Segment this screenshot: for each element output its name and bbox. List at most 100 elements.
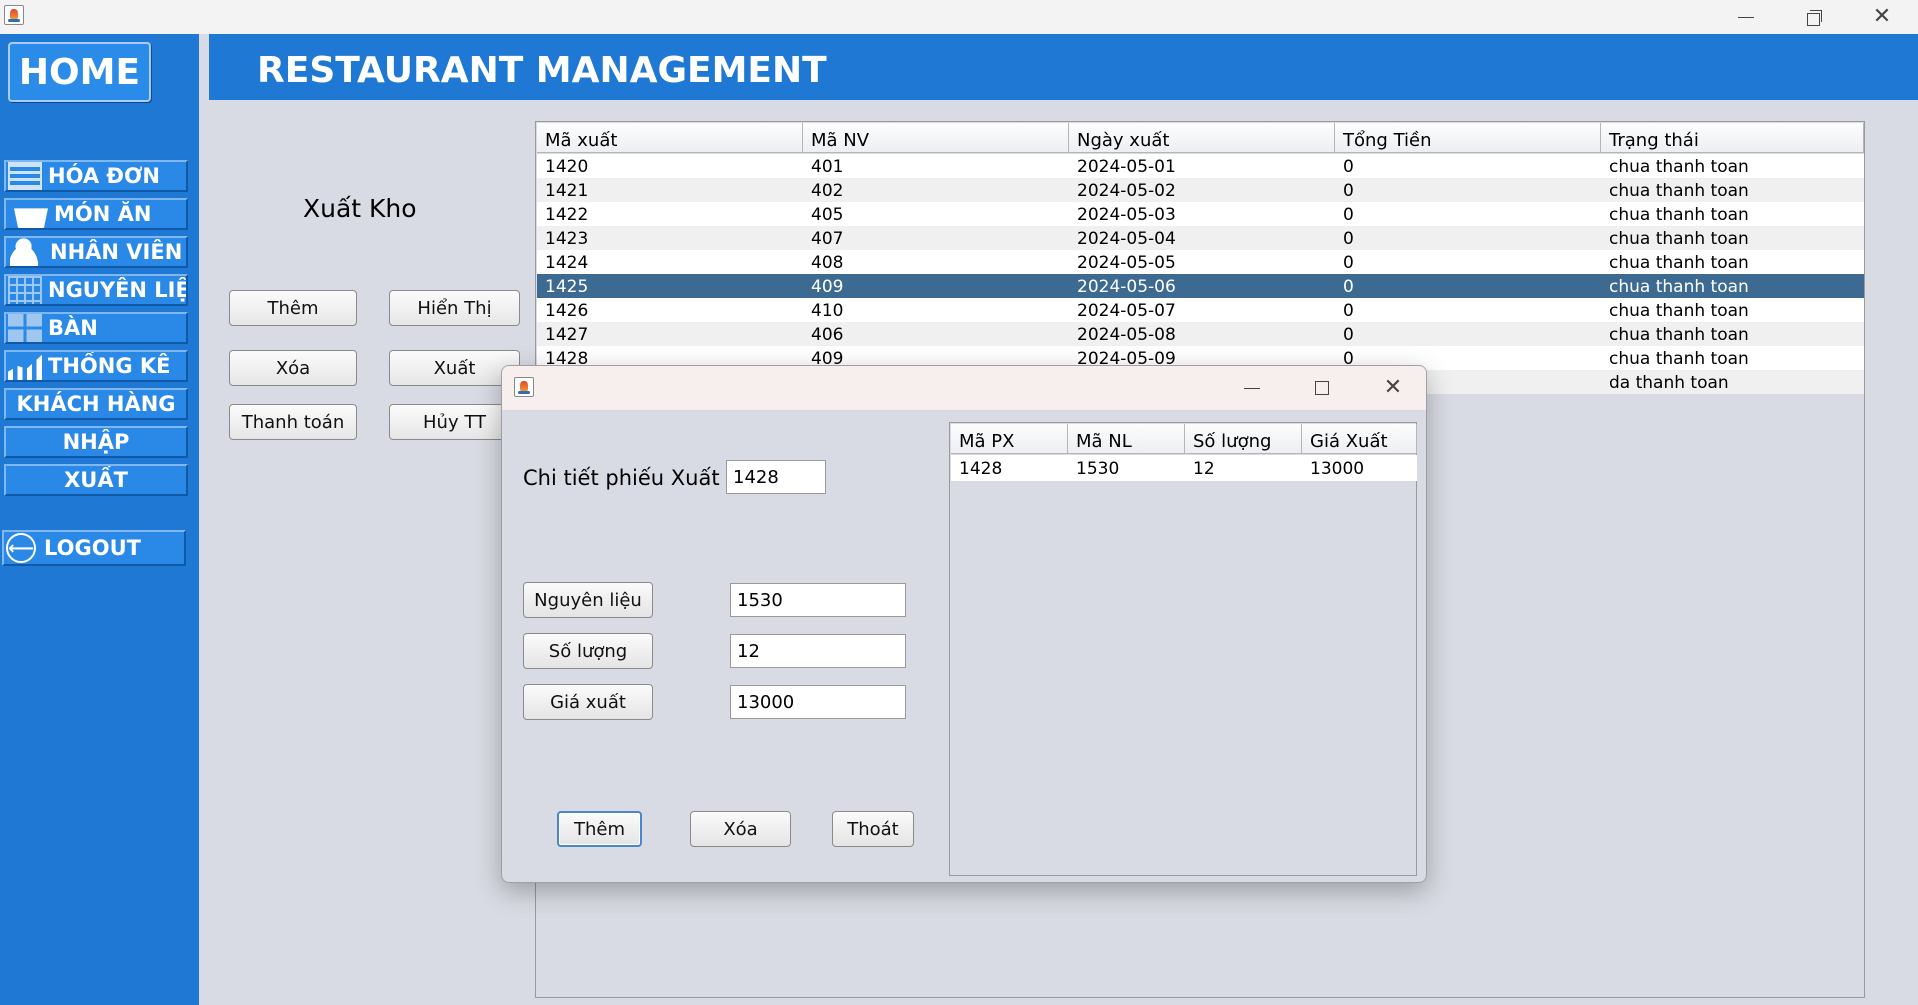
table-cell: 2024-05-03 xyxy=(1077,205,1176,225)
table-cell: 2024-05-08 xyxy=(1077,325,1176,345)
window-title-bar: ✕ xyxy=(0,0,1918,34)
table-row[interactable]: 1427 406 2024-05-08 0 chua thanh toan xyxy=(537,322,1864,346)
table-cell: chua thanh toan xyxy=(1609,229,1749,249)
minimize-button[interactable] xyxy=(1716,0,1776,34)
nav-hoa-don[interactable]: HÓA ĐƠN xyxy=(4,160,188,192)
app-title: RESTAURANT MANAGEMENT xyxy=(257,50,827,91)
table-cell: 1420 xyxy=(545,157,589,177)
table-cell: 13000 xyxy=(1310,459,1365,479)
table-cell: 1423 xyxy=(545,229,589,249)
table-cell: 407 xyxy=(811,229,844,249)
close-icon: ✕ xyxy=(1383,375,1403,400)
table-cell: 402 xyxy=(811,181,844,201)
nav-mon-an-label: MÓN ĂN xyxy=(54,202,152,226)
nav-thong-ke-label: THỐNG KÊ xyxy=(48,354,171,378)
table-cell: 1428 xyxy=(959,459,1003,479)
add-button[interactable]: Thêm xyxy=(229,290,357,326)
table-cell: chua thanh toan xyxy=(1609,277,1749,297)
table-cell: 2024-05-02 xyxy=(1077,181,1176,201)
nav-ban-label: BÀN xyxy=(48,316,98,340)
quantity-button[interactable]: Số lượng xyxy=(523,633,653,669)
nav-ban[interactable]: BÀN xyxy=(4,312,188,344)
ingredient-field[interactable]: 1530 xyxy=(730,583,906,617)
home-button[interactable]: HOME xyxy=(8,42,151,102)
table-row[interactable]: 1423 407 2024-05-04 0 chua thanh toan xyxy=(537,226,1864,250)
column-header[interactable]: Mã NL xyxy=(1068,424,1185,454)
table-row[interactable]: 1425 409 2024-05-06 0 chua thanh toan xyxy=(537,274,1864,298)
nav-nhap[interactable]: NHẬP xyxy=(4,426,188,458)
table-row[interactable]: 1428 1530 12 13000 xyxy=(951,455,1417,481)
table-row[interactable]: 1421 402 2024-05-02 0 chua thanh toan xyxy=(537,178,1864,202)
table-body: 1420 401 2024-05-01 0 chua thanh toan 1421 402… xyxy=(537,154,1864,394)
detail-table-body: 1428 1530 12 13000 xyxy=(951,455,1417,481)
table-cell: chua thanh toan xyxy=(1609,181,1749,201)
column-header[interactable]: Số lượng xyxy=(1185,424,1302,454)
table-cell: 2024-05-06 xyxy=(1077,277,1176,297)
price-field[interactable]: 13000 xyxy=(730,685,906,719)
table-row[interactable]: 1420 401 2024-05-01 0 chua thanh toan xyxy=(537,154,1864,178)
column-header[interactable]: Mã NV xyxy=(803,123,1069,153)
table-cell: 2024-05-01 xyxy=(1077,157,1176,177)
quantity-field[interactable]: 12 xyxy=(730,634,906,668)
dialog-delete-button[interactable]: Xóa xyxy=(690,811,791,847)
dialog-close-button[interactable]: ✕ xyxy=(1358,366,1426,410)
table-cell: 1425 xyxy=(545,277,589,297)
nav-mon-an[interactable]: MÓN ĂN xyxy=(4,198,188,230)
nav-xuat-label: XUẤT xyxy=(64,468,128,492)
nav-nhan-vien[interactable]: NHÂN VIÊN xyxy=(4,236,188,268)
nav-thong-ke[interactable]: THỐNG KÊ xyxy=(4,350,188,382)
nav-nhap-label: NHẬP xyxy=(62,430,130,454)
add-person-icon xyxy=(10,238,44,266)
table-row[interactable]: 1426 410 2024-05-07 0 chua thanh toan xyxy=(537,298,1864,322)
table-row[interactable]: 1422 405 2024-05-03 0 chua thanh toan xyxy=(537,202,1864,226)
table-cell: 0 xyxy=(1343,301,1354,321)
minimize-icon xyxy=(1738,16,1754,18)
ingredients-icon xyxy=(8,276,42,304)
table-cell: 1427 xyxy=(545,325,589,345)
table-row[interactable]: 1424 408 2024-05-05 0 chua thanh toan xyxy=(537,250,1864,274)
table-cell: 0 xyxy=(1343,229,1354,249)
pay-button[interactable]: Thanh toán xyxy=(229,404,357,440)
export-detail-table[interactable]: Mã PX Mã NL Số lượng Giá Xuất 1428 1530 12… xyxy=(949,422,1417,876)
dialog-add-button[interactable]: Thêm xyxy=(557,811,642,847)
table-cell: 409 xyxy=(811,277,844,297)
close-button[interactable]: ✕ xyxy=(1852,0,1912,34)
close-icon: ✕ xyxy=(1872,4,1892,29)
table-cell: da thanh toan xyxy=(1609,373,1729,393)
nav-khach-hang[interactable]: KHÁCH HÀNG xyxy=(4,388,188,420)
nav-xuat[interactable]: XUẤT xyxy=(4,464,188,496)
table-cell: 2024-05-07 xyxy=(1077,301,1176,321)
column-header[interactable]: Ngày xuất xyxy=(1069,123,1335,153)
table-cell: 1422 xyxy=(545,205,589,225)
nav-hoa-don-label: HÓA ĐƠN xyxy=(48,164,160,188)
restore-button[interactable] xyxy=(1784,0,1844,34)
receipt-id-field[interactable]: 1428 xyxy=(726,460,826,494)
dialog-title-bar: ✕ xyxy=(502,366,1426,410)
table-cell: 0 xyxy=(1343,205,1354,225)
dialog-maximize-button[interactable] xyxy=(1287,366,1357,410)
ingredient-button[interactable]: Nguyên liệu xyxy=(523,582,653,618)
column-header[interactable]: Giá Xuất xyxy=(1302,424,1417,454)
nav-nguyen-lieu[interactable]: NGUYÊN LIỆU xyxy=(4,274,188,306)
column-header[interactable]: Trạng thái xyxy=(1601,123,1864,153)
table-cell: 2024-05-05 xyxy=(1077,253,1176,273)
table-cell: 1421 xyxy=(545,181,589,201)
column-header[interactable]: Tổng Tiền xyxy=(1335,123,1601,153)
table-cell: 405 xyxy=(811,205,844,225)
table-cell: chua thanh toan xyxy=(1609,253,1749,273)
dialog-exit-button[interactable]: Thoát xyxy=(832,811,914,847)
detail-table-header: Mã PX Mã NL Số lượng Giá Xuất xyxy=(951,424,1417,454)
column-header[interactable]: Mã xuất xyxy=(537,123,803,153)
logout-button[interactable]: ⟵ LOGOUT xyxy=(2,530,186,566)
basket-icon xyxy=(14,208,48,228)
table-cell: 410 xyxy=(811,301,844,321)
show-button[interactable]: Hiển Thị xyxy=(389,290,520,326)
app-header: RESTAURANT MANAGEMENT xyxy=(209,34,1918,100)
table-cell: chua thanh toan xyxy=(1609,205,1749,225)
delete-button[interactable]: Xóa xyxy=(229,350,357,386)
price-button[interactable]: Giá xuất xyxy=(523,684,653,720)
dialog-minimize-button[interactable] xyxy=(1217,366,1287,410)
export-detail-dialog: ✕ Chi tiết phiếu Xuất 1428 Nguyên liệu 1… xyxy=(501,365,1427,883)
table-cell: 0 xyxy=(1343,253,1354,273)
column-header[interactable]: Mã PX xyxy=(951,424,1068,454)
